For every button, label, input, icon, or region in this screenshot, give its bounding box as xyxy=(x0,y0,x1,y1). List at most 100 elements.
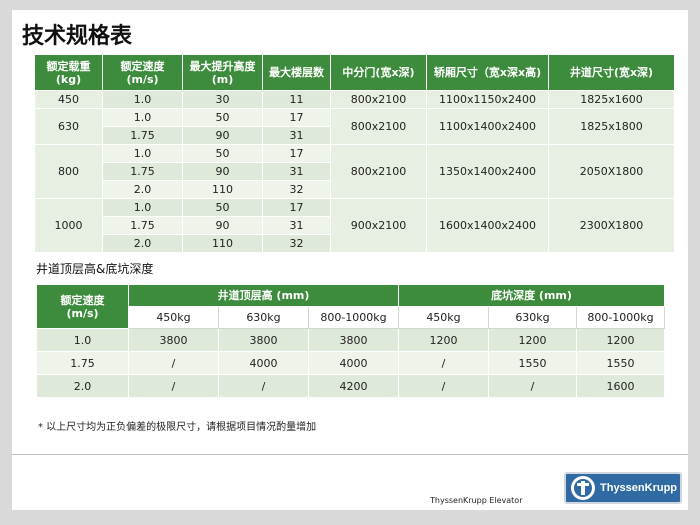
thyssenkrupp-emblem-icon xyxy=(571,476,595,500)
speed-cell: 1.0 xyxy=(102,144,183,163)
footnote: * 以上尺寸均为正负偏差的极限尺寸，请根据项目情况酌量增加 xyxy=(38,422,317,433)
pit-depth-header: 底坑深度 (mm) xyxy=(397,284,666,307)
overhead-header: 井道顶层高 (mm) xyxy=(128,284,399,307)
load-cell: 450 xyxy=(34,90,103,109)
value-cell: / xyxy=(398,351,489,375)
table-row: 630 1.0 50 17 800x2100 1100x1400x2400 1825x180… xyxy=(34,108,675,145)
floors-cell: 17 xyxy=(262,144,331,163)
value-cell: 4200 xyxy=(308,374,399,398)
spec-header-cell: 额定载重 (kg) xyxy=(34,54,103,91)
value-cell: 3800 xyxy=(308,328,399,352)
speed-cell: 2.0 xyxy=(102,234,183,253)
slide: 技术规格表 额定载重 (kg) 额定速度 (m/s) 最大提升高度 (m) 最大楼层数… xyxy=(12,10,688,510)
height-cell: 50 xyxy=(182,144,263,163)
floors-cell: 17 xyxy=(262,108,331,127)
shaft-size-cell: 1825x1600 xyxy=(548,90,675,109)
door-cell: 800x2100 xyxy=(330,108,427,145)
value-cell: / xyxy=(398,374,489,398)
value-cell: 3800 xyxy=(218,328,309,352)
value-cell: 1550 xyxy=(575,351,666,375)
value-cell: 4000 xyxy=(218,351,309,375)
speed-cell: 2.0 xyxy=(102,180,183,199)
floors-cell: 31 xyxy=(262,216,331,235)
floors-cell: 32 xyxy=(262,180,331,199)
load-header-cell: 800-1000kg xyxy=(575,306,666,329)
load-header-cell: 800-1000kg xyxy=(308,306,399,329)
footer-divider xyxy=(12,454,688,455)
speed-cell: 1.0 xyxy=(102,108,183,127)
spec-header-cell: 轿厢尺寸（宽x深x高) xyxy=(426,54,549,91)
spec-header-cell: 额定速度 (m/s) xyxy=(102,54,183,91)
floors-cell: 17 xyxy=(262,198,331,217)
door-cell: 800x2100 xyxy=(330,90,427,109)
value-cell: / xyxy=(128,374,219,398)
page-title: 技术规格表 xyxy=(22,24,133,49)
load-cell: 630 xyxy=(34,108,103,145)
speed-cell: 1.75 xyxy=(36,351,129,375)
height-cell: 90 xyxy=(182,162,263,181)
floors-cell: 31 xyxy=(262,126,331,145)
car-size-cell: 1600x1400x2400 xyxy=(426,198,549,253)
value-cell: 1550 xyxy=(488,351,577,375)
section-subtitle: 井道顶层高&底坑深度 xyxy=(36,262,154,276)
load-header-cell: 630kg xyxy=(488,306,577,329)
spec-header-row: 额定载重 (kg) 额定速度 (m/s) 最大提升高度 (m) 最大楼层数 中分门(宽x… xyxy=(34,54,675,91)
pit-table: 额定速度 (m/s) 井道顶层高 (mm) 底坑深度 (mm) 450kg 630… xyxy=(36,284,666,398)
load-cell: 800 xyxy=(34,144,103,199)
value-cell: 3800 xyxy=(128,328,219,352)
speed-cell: 1.0 xyxy=(102,198,183,217)
door-cell: 800x2100 xyxy=(330,144,427,199)
spec-body: 450 1.0 30 11 800x2100 1100x1150x2400 1825x160… xyxy=(34,90,675,253)
pit-body: 1.0 3800 3800 3800 1200 1200 1200 1.75/4000 4000… xyxy=(36,328,666,398)
load-cell: 1000 xyxy=(34,198,103,253)
shaft-size-cell: 2050X1800 xyxy=(548,144,675,199)
value-cell: 1200 xyxy=(398,328,489,352)
floors-cell: 32 xyxy=(262,234,331,253)
value-cell: / xyxy=(488,374,577,398)
table-row: 1000 1.0 50 17 900x2100 1600x1400x2400 2300X18… xyxy=(34,198,675,253)
speed-cell: 1.75 xyxy=(102,126,183,145)
height-cell: 110 xyxy=(182,234,263,253)
height-cell: 50 xyxy=(182,108,263,127)
spec-table: 额定载重 (kg) 额定速度 (m/s) 最大提升高度 (m) 最大楼层数 中分门(宽x… xyxy=(34,54,675,253)
height-cell: 50 xyxy=(182,198,263,217)
car-size-cell: 1100x1400x2400 xyxy=(426,108,549,145)
table-row: 2.0//4200//1600 xyxy=(36,374,666,398)
spec-header-cell: 井道尺寸(宽x深) xyxy=(548,54,675,91)
logo-wordmark: ThyssenKrupp xyxy=(600,482,678,494)
table-row: 1.0 3800 3800 3800 1200 1200 1200 xyxy=(36,328,666,352)
value-cell: / xyxy=(218,374,309,398)
value-cell: / xyxy=(128,351,219,375)
speed-cell: 2.0 xyxy=(36,374,129,398)
speed-cell: 1.0 xyxy=(36,328,129,352)
spec-header-cell: 最大提升高度 (m) xyxy=(182,54,263,91)
spec-header-cell: 最大楼层数 xyxy=(262,54,331,91)
shaft-size-cell: 2300X1800 xyxy=(548,198,675,253)
load-header-cell: 450kg xyxy=(128,306,219,329)
load-header-cell: 450kg xyxy=(398,306,489,329)
value-cell: 1600 xyxy=(575,374,666,398)
table-row: 1.75/4000 4000/1550 1550 xyxy=(36,351,666,375)
height-cell: 110 xyxy=(182,180,263,199)
speed-cell: 1.0 xyxy=(102,90,183,109)
height-cell: 30 xyxy=(182,90,263,109)
car-size-cell: 1100x1150x2400 xyxy=(426,90,549,109)
speed-cell: 1.75 xyxy=(102,216,183,235)
door-cell: 900x2100 xyxy=(330,198,427,253)
table-row: 450 1.0 30 11 800x2100 1100x1150x2400 1825x160… xyxy=(34,90,675,109)
load-header-cell: 630kg xyxy=(218,306,309,329)
company-name: ThyssenKrupp Elevator xyxy=(430,496,523,505)
height-cell: 90 xyxy=(182,216,263,235)
thyssenkrupp-logo: ThyssenKrupp xyxy=(564,472,682,504)
pit-speed-header: 额定速度 (m/s) xyxy=(36,284,129,329)
value-cell: 4000 xyxy=(308,351,399,375)
pit-load-row: 450kg 630kg 800-1000kg 450kg 630kg 800-1000kg xyxy=(37,306,666,329)
speed-cell: 1.75 xyxy=(102,162,183,181)
table-row: 800 1.0 50 17 800x2100 1350x1400x2400 2050X180… xyxy=(34,144,675,199)
floors-cell: 11 xyxy=(262,90,331,109)
value-cell: 1200 xyxy=(575,328,666,352)
spec-header-cell: 中分门(宽x深) xyxy=(330,54,427,91)
car-size-cell: 1350x1400x2400 xyxy=(426,144,549,199)
value-cell: 1200 xyxy=(488,328,577,352)
floors-cell: 31 xyxy=(262,162,331,181)
